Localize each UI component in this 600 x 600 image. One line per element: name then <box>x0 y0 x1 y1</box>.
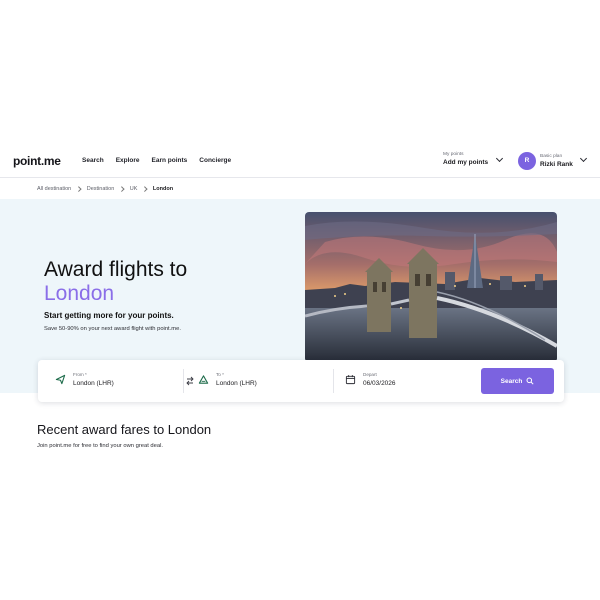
nav-item-explore[interactable]: Explore <box>116 157 140 164</box>
hero-tagline: Start getting more for your points. <box>44 311 174 320</box>
calendar-icon <box>345 375 356 385</box>
main-menu: Search Explore Earn points Concierge <box>82 157 231 164</box>
breadcrumb: All destination Destination UK London <box>37 186 173 192</box>
points-dropdown[interactable]: My points Add my points <box>443 152 505 172</box>
title-destination: London <box>44 282 115 305</box>
breadcrumb-all-destination[interactable]: All destination <box>37 186 71 192</box>
points-label: My points <box>443 152 464 157</box>
breadcrumb-uk[interactable]: UK <box>130 186 138 192</box>
profile-menu[interactable]: R Basic plan Rizki Rank <box>518 152 598 170</box>
recent-fares-subtitle: Join point.me for free to find your own … <box>37 443 163 449</box>
chevron-down-icon <box>579 154 588 163</box>
depart-value[interactable]: 06/03/2026 <box>363 380 396 387</box>
nav-item-earn-points[interactable]: Earn points <box>152 157 188 164</box>
chevron-right-icon <box>119 186 125 192</box>
search-button[interactable]: Search <box>481 368 554 394</box>
to-field[interactable]: To * London (LHR) <box>191 369 334 393</box>
breadcrumb-destination[interactable]: Destination <box>87 186 115 192</box>
user-name: Rizki Rank <box>540 161 573 168</box>
logo[interactable]: point.me <box>13 154 61 168</box>
title-line: Award flights to <box>44 258 188 281</box>
chevron-right-icon <box>142 186 148 192</box>
to-value[interactable]: London (LHR) <box>216 380 257 387</box>
to-label: To * <box>216 372 224 377</box>
landing-icon <box>198 375 209 384</box>
search-button-label: Search <box>500 377 523 385</box>
recent-fares-heading: Recent award fares to London <box>37 422 212 437</box>
flight-search-form: From * London (LHR) To * London (LHR) De… <box>38 360 564 402</box>
from-value[interactable]: London (LHR) <box>73 380 114 387</box>
destination-photo <box>305 212 557 362</box>
hero-subtitle: Save 50-90% on your next award flight wi… <box>44 326 181 332</box>
plan-label: Basic plan <box>540 154 563 159</box>
nav-item-search[interactable]: Search <box>82 157 104 164</box>
takeoff-icon <box>55 374 66 385</box>
depart-label: Depart <box>363 372 377 377</box>
from-field[interactable]: From * London (LHR) <box>48 369 184 393</box>
depart-field[interactable]: Depart 06/03/2026 <box>338 369 476 393</box>
nav-item-concierge[interactable]: Concierge <box>199 157 231 164</box>
avatar: R <box>518 152 536 170</box>
from-label: From * <box>73 372 87 377</box>
chevron-right-icon <box>76 186 82 192</box>
add-points-label: Add my points <box>443 159 489 166</box>
breadcrumb-current: London <box>152 186 174 192</box>
top-nav: point.me Search Explore Earn points Conc… <box>0 144 600 178</box>
page-title: Award flights to London <box>44 258 187 306</box>
search-icon <box>526 377 534 385</box>
